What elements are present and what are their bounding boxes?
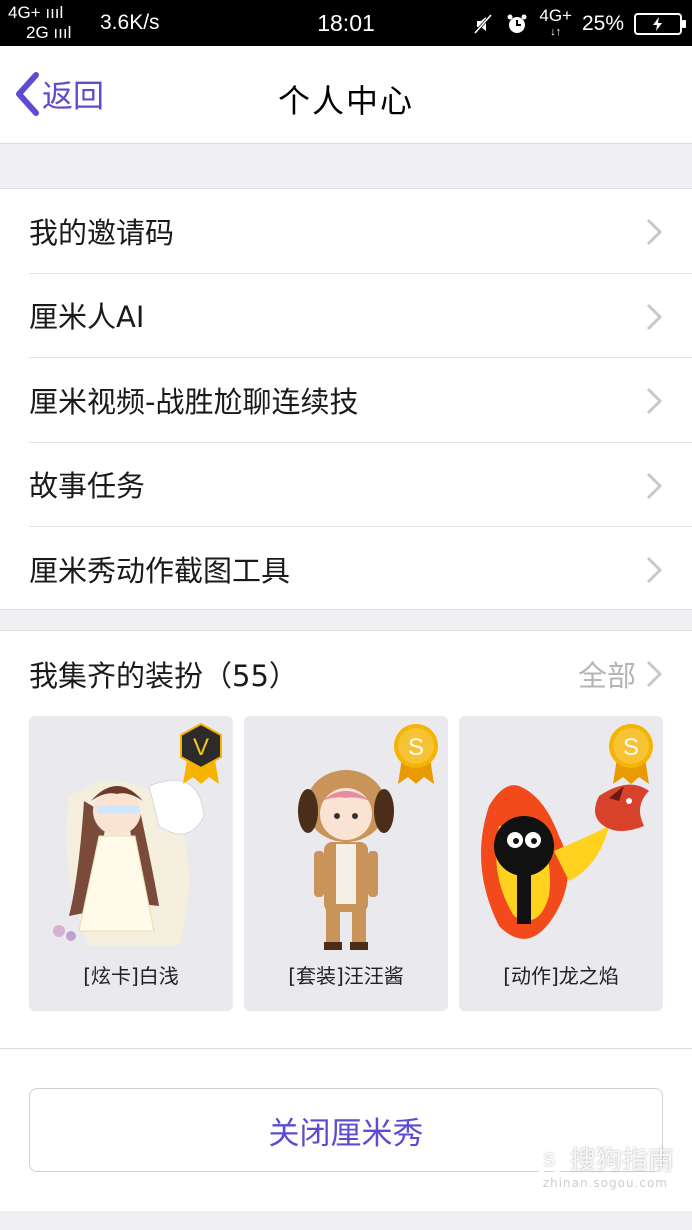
network-right-label: 4G+ [539,6,572,25]
outfits-title: 我集齐的装扮（55） [29,659,298,693]
mute-icon [474,14,493,34]
footer-strip [0,1211,692,1230]
menu-item-label: 我的邀请码 [29,215,175,250]
menu-item-label: 厘米人AI [29,300,145,335]
menu-item-cmshow-ai[interactable]: 厘米人AI [29,274,692,358]
alarm-icon [507,14,527,33]
page-title: 个人中心 [277,82,414,120]
status-icons: 4G+ ↓↑ 25% [471,7,686,41]
view-all-outfits-link[interactable]: 全部 [578,653,662,695]
outfit-card-longzhiyan[interactable]: S [动作]龙之焰 [459,716,663,1011]
v-badge-icon: V [180,722,222,784]
outfit-card-baiqian[interactable]: V [炫卡]白浅 [29,716,233,1011]
badge-letter: S [623,734,639,761]
watermark: S 搜狗指南 zhinan.sogou.com [532,1140,674,1190]
character-longzhiyan-image [481,784,649,939]
status-bar: 4G+ ıııl 2G ıııl 3.6K/s 18:01 4G+ ↓↑ 25% [0,0,692,46]
s-badge-icon: S [609,724,653,784]
chevron-right-icon [646,472,662,499]
menu-item-invite-code[interactable]: 我的邀请码 [29,189,692,274]
network-4g-right: 4G+ ↓↑ [539,7,572,41]
character-wangwangjiang-image [298,770,394,950]
outfit-caption: [炫卡]白浅 [83,964,179,988]
menu-item-label: 厘米秀动作截图工具 [29,554,291,589]
menu-item-story-tasks[interactable]: 故事任务 [29,443,692,527]
chevron-right-icon [646,387,662,415]
s-badge-icon: S [394,724,438,784]
character-baiqian-image [53,779,205,946]
chevron-right-icon [646,218,662,246]
battery-icon [634,13,686,35]
badge-letter: V [193,734,209,761]
menu-item-label: 故事任务 [29,469,146,504]
chevron-right-icon [646,660,662,688]
menu-item-cmshow-video[interactable]: 厘米视频-战胜尬聊连续技 [29,358,692,443]
battery-percent: 25% [581,12,624,35]
view-all-label: 全部 [577,659,636,693]
menu-list: 我的邀请码 厘米人AI 厘米视频-战胜尬聊连续技 故事任务 厘米秀动作截图工具 [0,188,692,610]
outfit-card-wangwangjiang[interactable]: S [套装]汪汪酱 [244,716,448,1011]
badge-letter: S [408,734,424,761]
data-arrows-icon: ↓↑ [550,26,562,38]
menu-item-label: 厘米视频-战胜尬聊连续技 [29,384,359,419]
menu-item-screenshot-tool[interactable]: 厘米秀动作截图工具 [29,527,692,612]
navigation-bar: 返回 个人中心 [0,46,692,144]
chevron-right-icon [646,303,662,330]
outfit-caption: [动作]龙之焰 [503,964,619,988]
watermark-url: zhinan.sogou.com [542,1176,668,1190]
outfit-caption: [套装]汪汪酱 [288,964,404,988]
svg-text:S: S [543,1150,555,1170]
chevron-right-icon [646,556,662,584]
sogou-logo-icon: S [532,1142,566,1175]
outfits-section: 我集齐的装扮（55） 全部 V [炫卡]白浅 S [套装]汪汪酱 S [动作]龙… [0,630,692,1048]
watermark-text: 搜狗指南 [569,1146,674,1176]
